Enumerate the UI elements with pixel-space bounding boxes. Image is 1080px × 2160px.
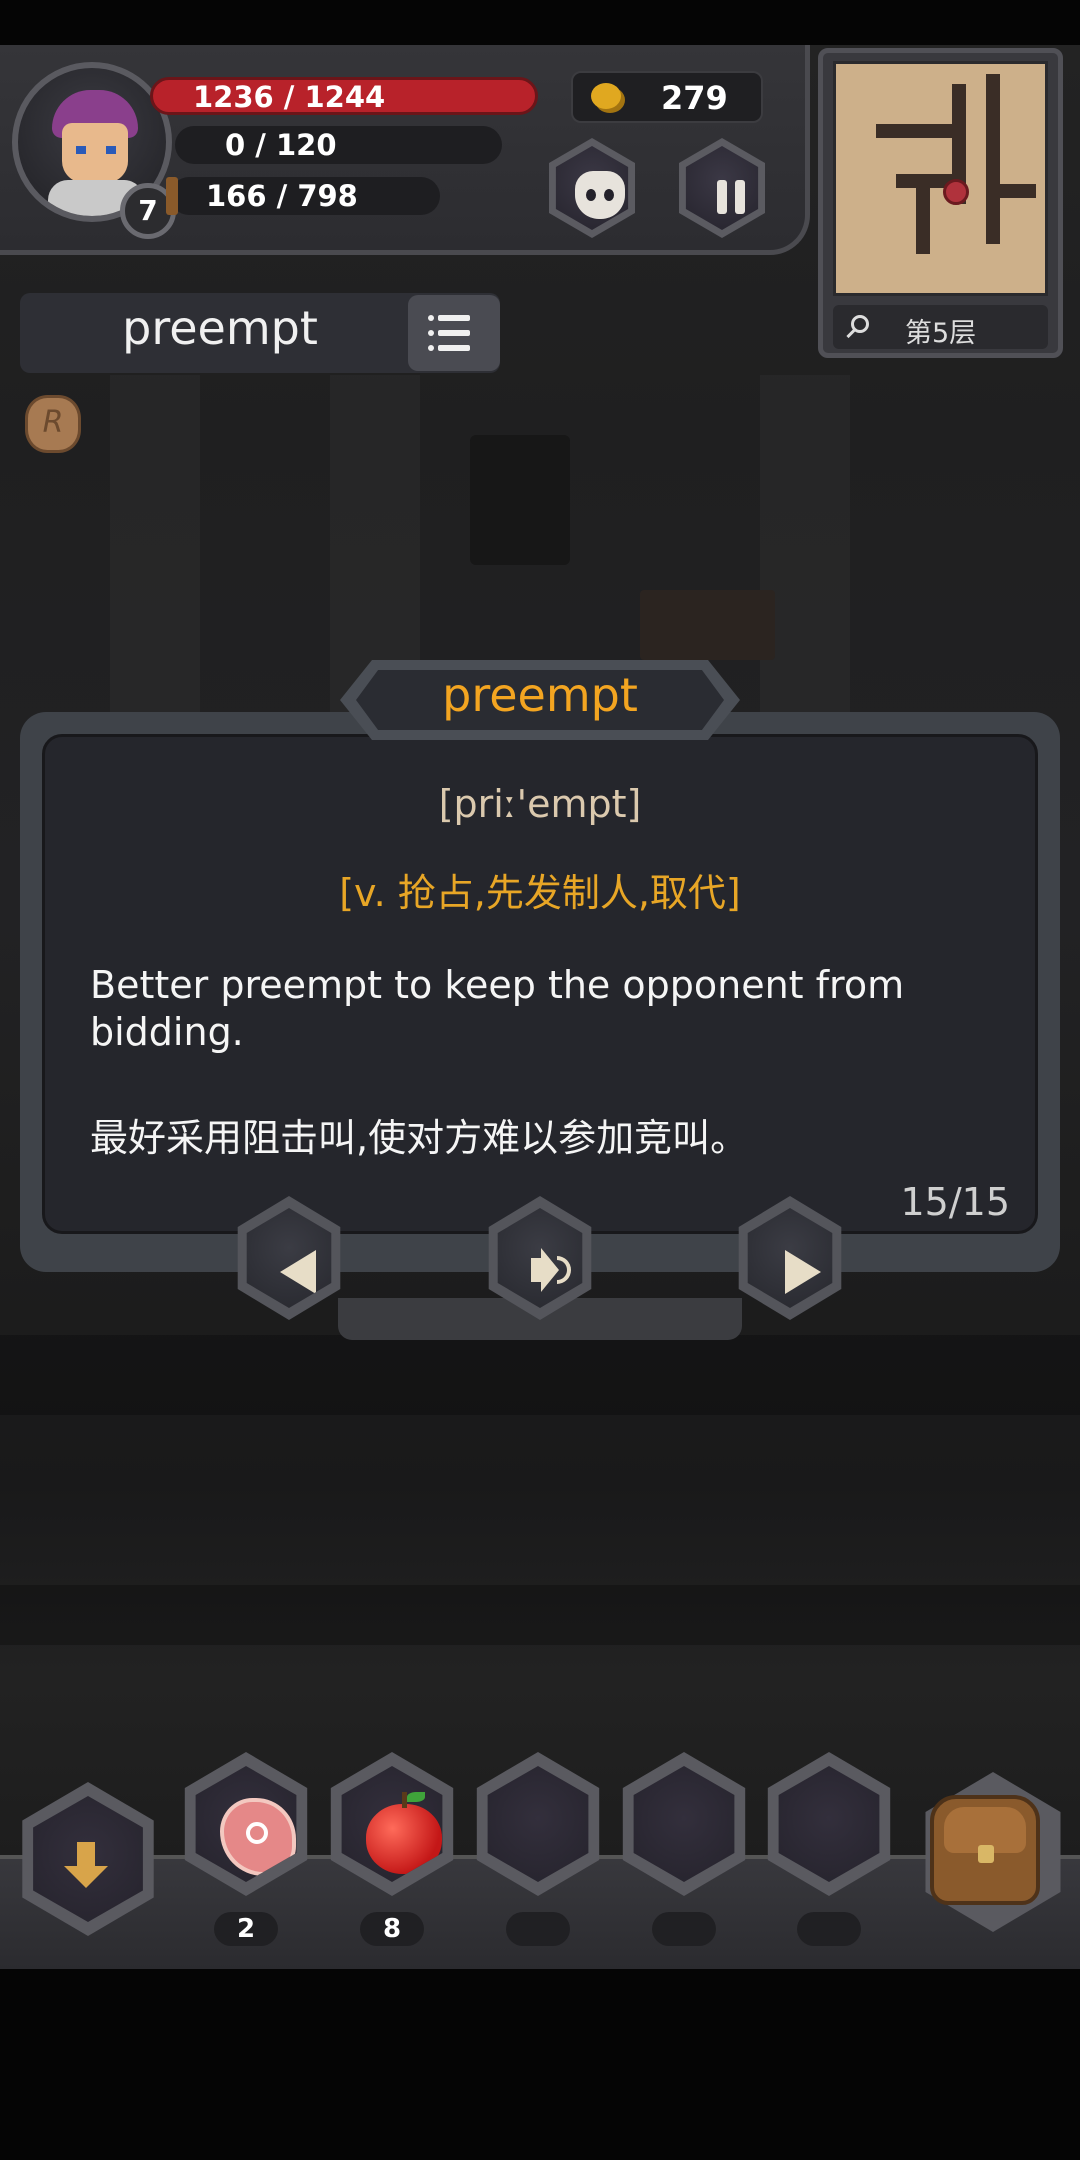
next-button[interactable]: [733, 1196, 847, 1320]
list-icon: [428, 345, 470, 351]
down-arrow-icon: [64, 1842, 108, 1888]
rune-icon[interactable]: R: [25, 395, 81, 453]
gold-counter: 279: [571, 71, 763, 123]
map-wall: [986, 184, 1036, 198]
gold-value: 279: [661, 79, 728, 117]
floor-label: 第5层: [905, 318, 977, 349]
floor-band: [0, 1335, 1080, 1415]
item-slot-empty[interactable]: [470, 1752, 606, 1896]
sound-waves-icon: [557, 1256, 571, 1284]
map-wall: [916, 174, 930, 254]
item-slot-empty[interactable]: [616, 1752, 752, 1896]
current-word-panel: preempt: [20, 293, 500, 373]
monster-icon: [575, 171, 625, 219]
list-icon: [428, 330, 470, 336]
item-slot-meat[interactable]: [178, 1752, 314, 1896]
mp-text: 0 / 120: [225, 128, 337, 162]
search-icon: [851, 315, 869, 333]
minimap[interactable]: 第5层: [818, 48, 1063, 358]
item-slot-empty[interactable]: [761, 1752, 897, 1896]
item-count: [797, 1912, 861, 1946]
avatar-eye: [76, 146, 86, 154]
xp-bar: 166 / 798: [166, 177, 440, 215]
item-slot-apple[interactable]: [324, 1752, 460, 1896]
mp-bar: 0 / 120: [175, 126, 502, 164]
item-count: 2: [214, 1912, 278, 1946]
left-arrow-icon: [280, 1250, 316, 1294]
xp-icon: [166, 177, 178, 215]
right-arrow-icon: [785, 1250, 821, 1294]
backpack-icon: [930, 1795, 1040, 1905]
card-word: preempt: [442, 668, 638, 722]
card-phonetic: [priː'empt]: [438, 782, 642, 826]
previous-button[interactable]: [232, 1196, 346, 1320]
page-counter: 15/15: [900, 1180, 1010, 1224]
speaker-icon: [531, 1258, 545, 1282]
word-list-button[interactable]: [408, 295, 500, 371]
background-door: [470, 435, 570, 565]
coin-icon: [591, 83, 621, 109]
map-wall: [986, 74, 1000, 244]
card-meaning: [v. 抢占,先发制人,取代]: [339, 871, 741, 915]
hp-text: 1236 / 1244: [193, 80, 386, 114]
list-icon: [428, 315, 470, 321]
floor-band: [0, 1585, 1080, 1645]
pause-icon: [717, 180, 727, 214]
example-sentence-zh: 最好采用阻击叫,使对方难以参加竞叫。: [90, 1116, 749, 1160]
avatar-face: [62, 123, 128, 183]
minimap-view: [833, 61, 1048, 296]
background-crate: [640, 590, 775, 660]
current-word: preempt: [122, 301, 318, 355]
pronounce-button[interactable]: [483, 1196, 597, 1320]
xp-text: 166 / 798: [206, 179, 358, 213]
descend-button[interactable]: [15, 1782, 161, 1936]
button-face: [555, 146, 629, 230]
button-face: [685, 146, 759, 230]
item-count: 8: [360, 1912, 424, 1946]
player-marker: [943, 179, 969, 205]
hp-bar: 1236 / 1244: [150, 77, 538, 115]
item-count: [506, 1912, 570, 1946]
example-sentence-en: Better preempt to keep the opponent from…: [90, 963, 905, 1054]
item-count: [652, 1912, 716, 1946]
avatar-eye: [106, 146, 116, 154]
